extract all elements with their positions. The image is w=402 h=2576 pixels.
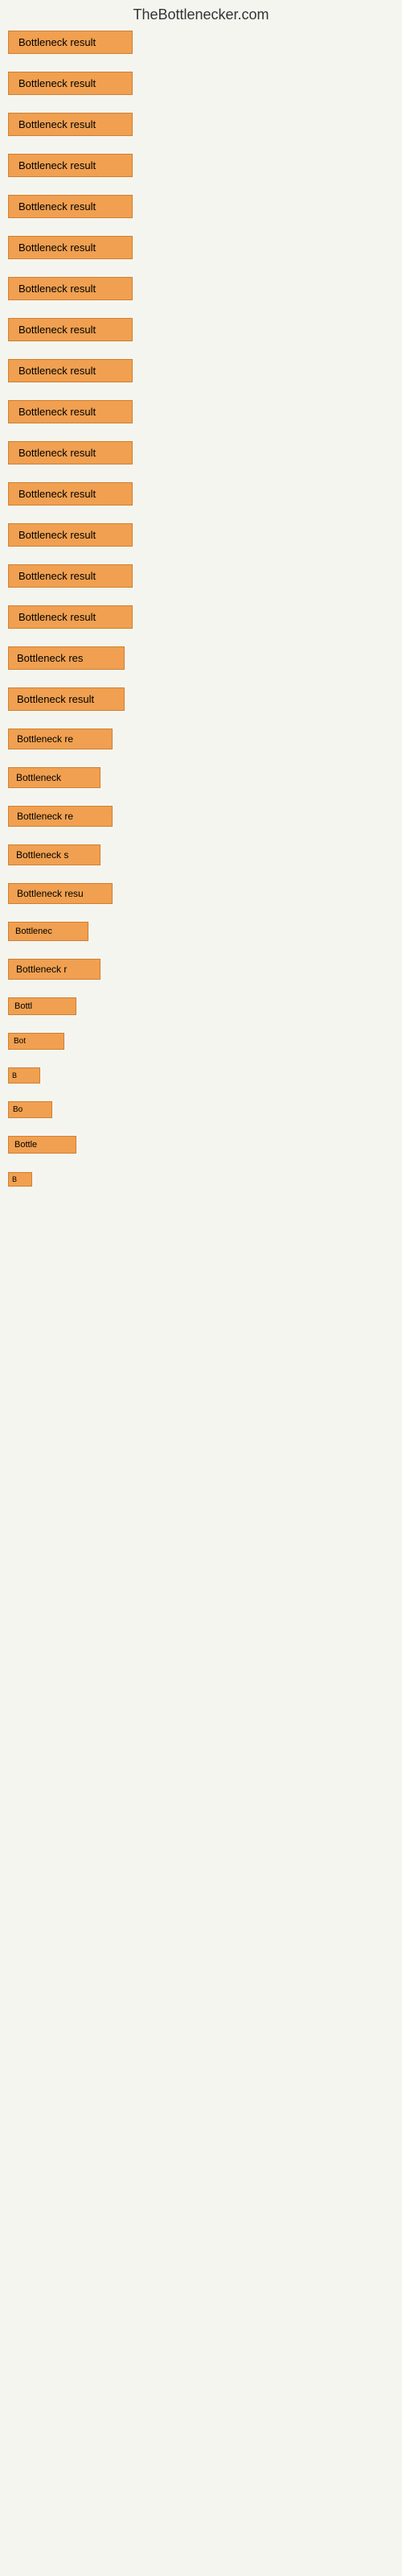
bottleneck-item: Bottleneck re [8,729,394,749]
bottleneck-badge[interactable]: Bottleneck result [8,400,133,423]
bottleneck-item: Bottleneck result [8,359,394,382]
bottleneck-badge[interactable]: Bottleneck result [8,359,133,382]
bottleneck-badge[interactable]: Bottleneck result [8,523,133,547]
bottleneck-item: Bottleneck result [8,72,394,95]
bottleneck-badge[interactable]: Bottleneck re [8,729,113,749]
bottleneck-badge[interactable]: Bottleneck result [8,441,133,464]
bottleneck-item: Bottleneck result [8,605,394,629]
bottleneck-item: B [8,1171,394,1187]
bottleneck-item: Bottleneck result [8,154,394,177]
bottleneck-item: Bottleneck [8,767,394,788]
bottleneck-badge[interactable]: Bottleneck result [8,72,133,95]
bottleneck-badge[interactable]: B [8,1067,40,1084]
bottleneck-badge[interactable]: B [8,1172,32,1187]
bottleneck-badge[interactable]: Bottleneck result [8,154,133,177]
bottleneck-badge[interactable]: Bottleneck result [8,318,133,341]
bottleneck-badge[interactable]: Bottleneck r [8,959,100,980]
bottleneck-item: Bottleneck r [8,959,394,980]
site-title: TheBottlenecker.com [0,0,402,27]
bottleneck-badge[interactable]: Bottleneck result [8,564,133,588]
bottleneck-badge[interactable]: Bottleneck result [8,236,133,259]
bottleneck-item: B [8,1067,394,1084]
bottleneck-badge[interactable]: Bottleneck result [8,687,125,711]
bottleneck-item: Bottleneck result [8,564,394,588]
bottleneck-badge[interactable]: Bottl [8,997,76,1015]
bottleneck-badge[interactable]: Bo [8,1101,52,1118]
bottleneck-badge[interactable]: Bottleneck result [8,113,133,136]
bottleneck-item: Bottleneck result [8,400,394,423]
bottleneck-badge[interactable]: Bottle [8,1136,76,1154]
bottleneck-item: Bottleneck result [8,195,394,218]
bottleneck-item: Bottl [8,997,394,1015]
bottleneck-item: Bo [8,1101,394,1118]
bottleneck-badge[interactable]: Bottleneck result [8,195,133,218]
bottleneck-item: Bottleneck result [8,277,394,300]
bottleneck-item: Bottleneck result [8,482,394,506]
bottleneck-badge[interactable]: Bottleneck res [8,646,125,670]
bottleneck-item: Bottleneck s [8,844,394,865]
bottleneck-item: Bottlenec [8,922,394,941]
bottleneck-item: Bottleneck res [8,646,394,670]
bottleneck-item: Bot [8,1033,394,1050]
bottleneck-item: Bottleneck resu [8,883,394,904]
bottleneck-item: Bottleneck result [8,523,394,547]
bottleneck-badge[interactable]: Bottleneck [8,767,100,788]
bottleneck-badge[interactable]: Bottlenec [8,922,88,941]
bottleneck-item: Bottle [8,1136,394,1154]
bottleneck-badge[interactable]: Bottleneck result [8,482,133,506]
bottleneck-badge[interactable]: Bottleneck resu [8,883,113,904]
bottleneck-item: Bottleneck result [8,113,394,136]
bottleneck-badge[interactable]: Bottleneck result [8,605,133,629]
bottleneck-item: Bottleneck re [8,806,394,827]
bottleneck-badge[interactable]: Bottleneck s [8,844,100,865]
bottleneck-item: Bottleneck result [8,318,394,341]
bottleneck-badge[interactable]: Bot [8,1033,64,1050]
content-area: Bottleneck result Bottleneck result Bottle… [0,27,402,1365]
bottleneck-item: Bottleneck result [8,31,394,54]
empty-section [8,1204,394,1365]
bottleneck-item: Bottleneck result [8,236,394,259]
bottleneck-badge[interactable]: Bottleneck re [8,806,113,827]
bottleneck-item: Bottleneck result [8,687,394,711]
bottleneck-badge[interactable]: Bottleneck result [8,277,133,300]
bottleneck-badge[interactable]: Bottleneck result [8,31,133,54]
bottleneck-item: Bottleneck result [8,441,394,464]
